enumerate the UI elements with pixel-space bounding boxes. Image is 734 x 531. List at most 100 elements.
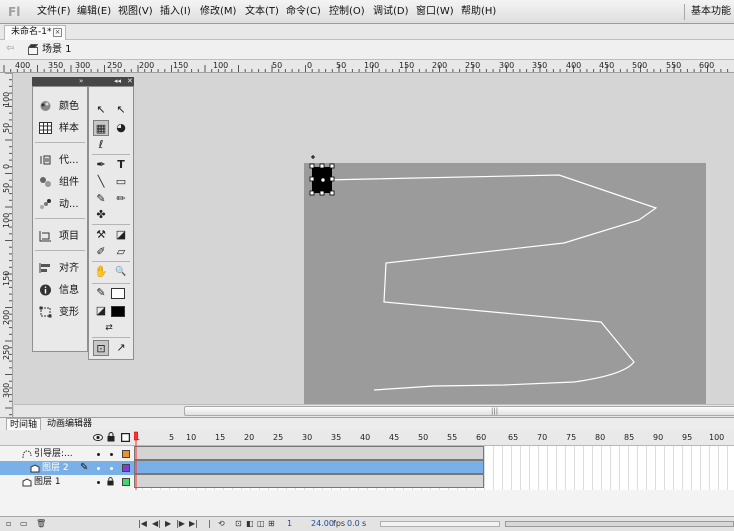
dock-code[interactable]: 代... [33, 150, 87, 170]
close-panel-icon[interactable]: ✕ [127, 77, 133, 85]
dock-transform[interactable]: 变形 [33, 302, 87, 322]
go-first-frame-icon[interactable]: |◀ [138, 519, 147, 529]
menu-control[interactable]: 控制(O) [329, 6, 365, 18]
menu-help[interactable]: 帮助(H) [461, 6, 496, 18]
fill-color-icon[interactable]: ◪ [93, 303, 109, 319]
motion-guide-path[interactable] [323, 174, 658, 391]
timeline-scroll-thumb[interactable] [505, 521, 734, 527]
pencil-tool-icon[interactable]: ✎ [93, 191, 109, 207]
layer-row-guide[interactable]: 引导层:... [0, 447, 134, 461]
outline-icon[interactable] [121, 433, 130, 442]
dock-project[interactable]: 项目 [33, 226, 87, 246]
fill-color-swatch[interactable] [111, 306, 125, 317]
frame-span-guide[interactable] [134, 446, 484, 460]
smooth-icon[interactable]: ↗ [113, 340, 129, 356]
lock-icon[interactable] [107, 477, 114, 486]
layer-name[interactable]: 图层 1 [34, 475, 61, 489]
dock-motion-presets[interactable]: 动... [33, 194, 87, 214]
bone-tool-icon[interactable]: ⚒ [93, 227, 109, 243]
zoom-tool-icon[interactable]: 🔍 [113, 264, 129, 280]
3d-rotation-tool-icon[interactable]: ◕ [113, 120, 129, 136]
selection-tool-icon[interactable]: ↖ [93, 102, 109, 118]
menu-commands[interactable]: 命令(C) [286, 6, 321, 18]
dock-components[interactable]: 组件 [33, 172, 87, 192]
line-tool-icon[interactable]: ╲ [93, 174, 109, 190]
menu-debug[interactable]: 调试(D) [373, 6, 409, 18]
text-tool-icon[interactable]: T [113, 157, 129, 173]
step-back-icon[interactable]: ◀| [152, 519, 161, 529]
dock-align[interactable]: 对齐 [33, 258, 87, 278]
visibility-dot[interactable] [97, 481, 100, 484]
scene-name[interactable]: 场景 1 [42, 44, 72, 56]
delete-layer-icon[interactable]: 🗑 [36, 519, 46, 529]
menu-file[interactable]: 文件(F) [37, 6, 71, 18]
eyedropper-tool-icon[interactable]: ✐ [93, 244, 109, 260]
step-forward-icon[interactable]: |▶ [176, 519, 185, 529]
transform-point[interactable] [320, 177, 326, 183]
frame-span-layer1[interactable] [134, 474, 484, 488]
layer-color-swatch[interactable] [122, 464, 130, 472]
panel-group-header[interactable]: » ◂◂ ✕ [32, 77, 134, 86]
timeline-hscroll[interactable] [380, 521, 500, 527]
loop-icon[interactable]: ⟲ [218, 519, 225, 529]
new-layer-icon[interactable]: ▫ [6, 519, 11, 529]
snap-to-objects-icon[interactable]: ⊡ [93, 340, 109, 356]
new-folder-icon[interactable]: ▭ [20, 519, 28, 529]
pen-tool-icon[interactable]: ✒ [93, 157, 109, 173]
horizontal-scrollbar[interactable]: ||| [14, 404, 734, 417]
workspace-switcher[interactable]: 基本功能 [684, 4, 734, 20]
collapse-left-icon[interactable]: ◂◂ [114, 77, 121, 85]
current-frame[interactable]: 1 [287, 519, 292, 529]
rectangle-tool-icon[interactable]: ▭ [113, 174, 129, 190]
swap-colors-icon[interactable]: ⇄ [101, 320, 117, 336]
layer-row-normal[interactable]: 图层 1 [0, 475, 134, 489]
menu-edit[interactable]: 编辑(E) [77, 6, 111, 18]
back-arrow-icon[interactable]: ⇦ [6, 44, 16, 54]
layer-color-swatch[interactable] [122, 478, 130, 486]
onion-skin-icon[interactable]: ◧ [246, 519, 254, 529]
dock-color[interactable]: 颜色 [33, 96, 87, 116]
dock-swatches[interactable]: 样本 [33, 118, 87, 138]
close-tab-icon[interactable]: × [53, 28, 62, 37]
brush-tool-icon[interactable]: ✏ [113, 191, 129, 207]
menu-view[interactable]: 视图(V) [118, 6, 153, 18]
play-icon[interactable]: ▶ [165, 519, 171, 529]
onion-outline-icon[interactable]: ◫ [257, 519, 265, 529]
lock-dot[interactable] [110, 467, 113, 470]
stroke-color-icon[interactable]: ✎ [93, 285, 109, 301]
eraser-tool-icon[interactable]: ▱ [113, 244, 129, 260]
layer-row-selected[interactable]: 图层 2 ✎ [0, 461, 134, 475]
deco-tool-icon[interactable]: ✤ [93, 207, 109, 223]
dock-label: 对齐 [59, 263, 79, 274]
layer-color-swatch[interactable] [122, 450, 130, 458]
menu-window[interactable]: 窗口(W) [416, 6, 454, 18]
eye-icon[interactable] [93, 433, 103, 442]
free-transform-tool-icon[interactable]: ▦ [93, 120, 109, 136]
collapse-icon[interactable]: » [79, 77, 83, 85]
lock-icon[interactable] [107, 432, 115, 442]
layer-name[interactable]: 引导层:... [34, 447, 73, 461]
paint-bucket-tool-icon[interactable]: ◪ [113, 227, 129, 243]
layer-name[interactable]: 图层 2 [42, 461, 69, 475]
menu-modify[interactable]: 修改(M) [200, 6, 236, 18]
lasso-tool-icon[interactable]: ℓ [93, 137, 109, 153]
scrollbar-thumb[interactable]: ||| [184, 406, 734, 416]
stroke-color-swatch[interactable] [111, 288, 125, 299]
lock-dot[interactable] [110, 453, 113, 456]
frames-grid[interactable] [134, 446, 734, 490]
document-tab[interactable]: 未命名-1* × [4, 25, 66, 40]
edit-multiple-frames-icon[interactable]: ⊞ [268, 519, 275, 529]
frame-span-layer2[interactable] [134, 460, 484, 474]
visibility-dot[interactable] [97, 467, 100, 470]
go-last-frame-icon[interactable]: ▶| [189, 519, 198, 529]
menu-insert[interactable]: 插入(I) [160, 6, 191, 18]
visibility-dot[interactable] [97, 453, 100, 456]
center-frame-icon[interactable]: ⊡ [235, 519, 242, 529]
hand-tool-icon[interactable]: ✋ [93, 264, 109, 280]
dock-info[interactable]: 信息 [33, 280, 87, 300]
frame-rate[interactable]: 24.00 [311, 519, 334, 529]
menu-text[interactable]: 文本(T) [245, 6, 279, 18]
frame-ruler[interactable]: 1 5 10 15 20 25 30 35 40 45 50 55 60 65 … [134, 430, 734, 446]
subselection-tool-icon[interactable]: ↖ [113, 102, 129, 118]
playhead[interactable] [134, 430, 138, 490]
